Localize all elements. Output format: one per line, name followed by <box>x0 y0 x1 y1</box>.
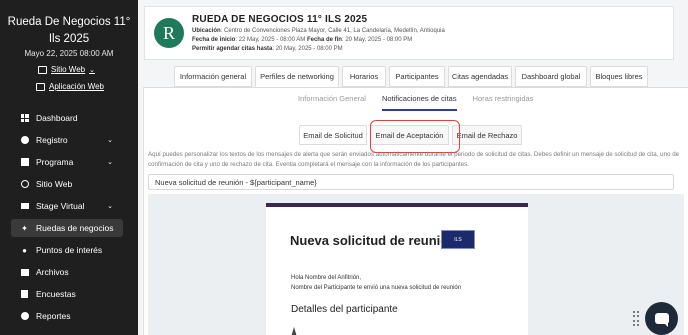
email-section-title: Detalles del participante <box>291 304 398 315</box>
tab-dashboard-global[interactable]: Dashboard global <box>515 66 587 87</box>
subtabs: Información General Notificaciones de ci… <box>298 94 549 111</box>
tab-horarios[interactable]: Horarios <box>342 66 386 87</box>
instructions-text: Aquí puedes personalizar los textos de l… <box>148 151 680 168</box>
chat-icon <box>654 313 669 327</box>
pin-icon: ● <box>22 245 27 255</box>
sidebar-item-puntos-de-interes[interactable]: ● Puntos de interés <box>11 241 123 259</box>
chevron-down-icon: ⌄ <box>107 203 113 210</box>
chevron-down-icon: ⌄ <box>107 159 113 166</box>
sidebar-item-encuestas[interactable]: Encuestas <box>11 285 123 303</box>
event-limit: Permitir agendar citas hasta: 20 May, 20… <box>192 46 343 52</box>
event-name-line2: Ils 2025 <box>48 33 90 45</box>
sidebar: Rueda De Negocios 11° Ils 2025 Mayo 22, … <box>0 0 138 335</box>
pin-icon <box>291 327 297 335</box>
video-icon <box>20 202 29 211</box>
event-header: R RUEDA DE NEGOCIOS 11° ILS 2025 Ubicaci… <box>144 6 674 60</box>
event-logo: ILS <box>441 230 475 249</box>
app-link[interactable]: Aplicación Web <box>36 82 104 91</box>
main-content: R RUEDA DE NEGOCIOS 11° ILS 2025 Ubicaci… <box>138 0 688 335</box>
event-date: Mayo 22, 2025 08:00 AM <box>24 49 114 58</box>
chevron-down-icon[interactable]: ⌄ <box>89 66 95 74</box>
email-greeting: Hola Nombre del Anfitrión, <box>291 275 362 281</box>
highlight-box <box>370 120 460 153</box>
subtab-notificaciones-de-citas[interactable]: Notificaciones de citas <box>381 94 457 111</box>
web-icon <box>38 65 47 74</box>
tab-perfiles-networking[interactable]: Perfiles de networking <box>255 66 339 87</box>
tab-citas-agendadas[interactable]: Citas agendadas <box>448 66 512 87</box>
sidebar-item-archivos[interactable]: Archivos <box>11 263 123 281</box>
sidebar-item-programa[interactable]: Programa ⌄ <box>11 153 123 171</box>
email-body: Nombre del Participante te envió una nue… <box>291 285 462 291</box>
drag-handle-icon[interactable] <box>633 311 639 327</box>
tab-bloques-libres[interactable]: Bloques libres <box>590 66 648 87</box>
sidebar-item-stage-virtual[interactable]: Stage Virtual ⌄ <box>11 197 123 215</box>
tab-participantes[interactable]: Participantes <box>389 66 445 87</box>
main-tabs: Información general Perfiles de networki… <box>174 66 648 87</box>
report-icon <box>20 312 29 321</box>
tab-email-rechazo[interactable]: Email de Rechazo <box>452 125 522 145</box>
email-heading: Nueva solicitud de reunión <box>290 233 457 248</box>
event-dates: Fecha de inicio: 22 May, 2025 - 08:00 AM… <box>192 37 413 43</box>
sidebar-item-ruedas-de-negocios[interactable]: ✦ Ruedas de negocios <box>11 219 123 237</box>
calendar-icon <box>20 158 29 167</box>
chat-button[interactable] <box>645 302 678 335</box>
email-preview: Nueva solicitud de reunión ILS Hola Nomb… <box>266 203 528 335</box>
subtab-informacion-general[interactable]: Información General <box>298 94 366 111</box>
site-link[interactable]: Sitio Web ⌄ <box>38 65 95 74</box>
sidebar-item-reportes[interactable]: Reportes <box>11 307 123 325</box>
tab-informacion-general[interactable]: Información general <box>174 66 252 87</box>
avatar: R <box>154 18 184 48</box>
subtab-horas-restringidas[interactable]: Horas restringidas <box>473 94 534 111</box>
folder-icon <box>20 268 29 277</box>
survey-icon <box>20 290 29 299</box>
app-icon <box>36 82 45 91</box>
globe-icon <box>20 180 29 189</box>
sidebar-item-dashboard[interactable]: Dashboard <box>11 109 123 127</box>
handshake-icon: ✦ <box>21 223 28 233</box>
chevron-down-icon: ⌄ <box>107 137 113 144</box>
user-icon <box>20 136 29 145</box>
sidebar-item-registro[interactable]: Registro ⌄ <box>11 131 123 149</box>
event-location: Ubicación: Centro de Convenciones Plaza … <box>192 28 445 34</box>
sidebar-item-sitio-web[interactable]: Sitio Web <box>11 175 123 193</box>
grid-icon <box>20 114 29 123</box>
subject-input[interactable]: Nueva solicitud de reunión - ${participa… <box>148 174 674 190</box>
page-title: RUEDA DE NEGOCIOS 11° ILS 2025 <box>192 14 368 25</box>
event-name-line1: Rueda De Negocios 11° <box>7 16 131 28</box>
tab-email-solicitud[interactable]: Email de Solicitud <box>299 125 367 145</box>
